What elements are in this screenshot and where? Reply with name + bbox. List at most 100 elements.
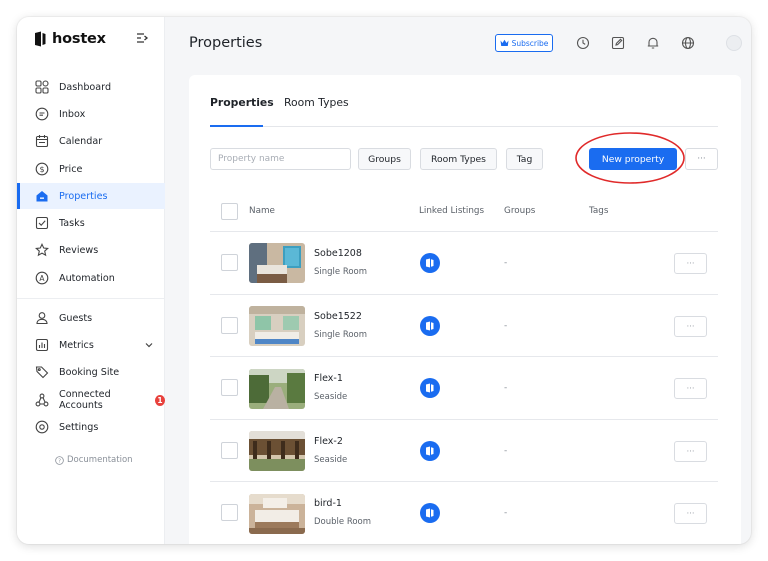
notification-badge: 1 [154,394,165,406]
tabs-divider [210,126,718,127]
sidebar-collapse-icon[interactable] [135,31,149,45]
price-icon: $ [35,162,49,176]
sidebar-item-label: Dashboard [59,81,112,93]
groups-value: - [504,258,508,268]
linked-listing-icon[interactable] [420,316,440,336]
top-header: Properties Subscribe [165,17,751,73]
sidebar-item-properties[interactable]: Properties [17,183,165,209]
dashboard-icon [35,80,49,94]
sidebar-item-label: Automation [59,272,115,284]
sidebar-item-label: Metrics [59,339,94,351]
new-property-button[interactable]: New property [589,148,677,170]
documentation-link[interactable]: ? Documentation [55,455,133,465]
svg-text:A: A [39,274,45,283]
sidebar-item-price[interactable]: $ Price [17,156,165,182]
sidebar-item-inbox[interactable]: Inbox [17,101,165,127]
row-divider [210,419,718,420]
settings-icon [35,420,49,434]
sidebar-item-dashboard[interactable]: Dashboard [17,74,165,100]
star-icon [35,243,49,257]
page-title: Properties [189,35,263,51]
groups-filter-button[interactable]: Groups [358,148,411,170]
avatar[interactable] [726,35,742,51]
tab-room-types[interactable]: Room Types [284,96,349,109]
column-header-name: Name [249,206,275,216]
groups-value: - [504,383,508,393]
tag-filter-button[interactable]: Tag [506,148,543,170]
property-name[interactable]: Sobe1522 [314,311,362,322]
svg-text:$: $ [39,165,44,174]
property-name[interactable]: bird-1 [314,498,342,509]
sidebar-item-label: Tasks [59,217,85,229]
property-thumbnail [249,369,305,409]
row-more-button[interactable]: ··· [674,503,707,524]
property-thumbnail [249,431,305,471]
sidebar-item-automation[interactable]: A Automation [17,265,165,291]
row-more-button[interactable]: ··· [674,316,707,337]
groups-value: - [504,508,508,518]
property-thumbnail [249,243,305,283]
row-divider [210,356,718,357]
sidebar-item-reviews[interactable]: Reviews [17,237,165,263]
tab-properties[interactable]: Properties [210,96,274,109]
row-checkbox[interactable] [221,379,238,396]
sidebar-item-label: Guests [59,312,93,324]
sidebar-divider [17,298,165,299]
globe-icon[interactable] [681,36,695,50]
sidebar-item-label: Price [59,163,83,175]
row-more-button[interactable]: ··· [674,253,707,274]
active-tab-indicator [210,125,263,127]
sidebar-item-label: Booking Site [59,366,120,378]
sidebar-item-metrics[interactable]: Metrics [17,332,165,358]
linked-listing-icon[interactable] [420,503,440,523]
property-room-type: Seaside [314,392,348,402]
svg-text:?: ? [58,458,61,464]
sidebar-item-tasks[interactable]: Tasks [17,210,165,236]
sidebar-item-booking-site[interactable]: Booking Site [17,359,165,385]
tasks-icon [35,216,49,230]
row-more-button[interactable]: ··· [674,378,707,399]
documentation-label: Documentation [67,455,133,465]
row-checkbox[interactable] [221,442,238,459]
linked-listing-icon[interactable] [420,378,440,398]
row-more-button[interactable]: ··· [674,441,707,462]
row-checkbox[interactable] [221,317,238,334]
row-checkbox[interactable] [221,504,238,521]
automation-icon: A [35,271,49,285]
column-header-groups: Groups [504,206,536,216]
edit-icon[interactable] [611,36,625,50]
property-room-type: Double Room [314,517,372,527]
linked-listing-icon[interactable] [420,441,440,461]
sidebar-item-connected-accounts[interactable]: Connected Accounts 1 [17,387,165,413]
column-header-tags: Tags [589,206,609,216]
connected-accounts-icon [35,393,49,407]
property-name[interactable]: Sobe1208 [314,248,362,259]
property-name[interactable]: Flex-2 [314,436,343,447]
row-checkbox[interactable] [221,254,238,271]
brand[interactable]: hostex [33,29,106,49]
sidebar-item-calendar[interactable]: Calendar [17,128,165,154]
subscribe-label: Subscribe [511,38,549,48]
room-types-filter-button[interactable]: Room Types [420,148,497,170]
crown-icon [500,39,509,46]
row-divider [210,294,718,295]
app-window: hostex Dashboard Inbox Calendar $ Price … [17,17,751,544]
chevron-down-icon[interactable] [145,341,153,349]
property-name[interactable]: Flex-1 [314,373,343,384]
property-thumbnail [249,306,305,346]
select-all-checkbox[interactable] [221,203,238,220]
groups-value: - [504,321,508,331]
sidebar-item-guests[interactable]: Guests [17,305,165,331]
linked-listing-icon[interactable] [420,253,440,273]
property-room-type: Seaside [314,455,348,465]
inbox-icon [35,107,49,121]
user-icon [36,312,48,325]
bell-icon[interactable] [646,36,660,50]
clock-icon[interactable] [576,36,590,50]
subscribe-button[interactable]: Subscribe [495,34,553,52]
more-options-button[interactable]: ··· [685,148,718,170]
property-name-input[interactable] [210,148,351,170]
hostex-logo-icon [35,31,46,47]
sidebar-item-settings[interactable]: Settings [17,414,165,440]
property-thumbnail [249,494,305,534]
